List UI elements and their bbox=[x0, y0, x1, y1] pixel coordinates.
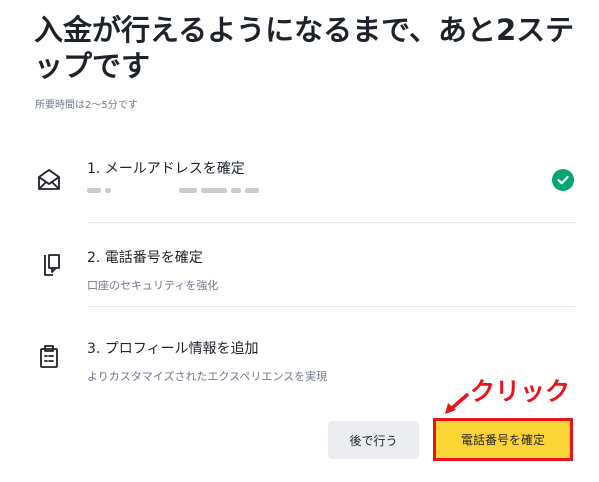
pointer-arrow-icon bbox=[445, 393, 469, 414]
step-phone: 2. 電話番号を確定 口座のセキュリティを強化 bbox=[35, 247, 580, 297]
confirm-phone-button[interactable]: 電話番号を確定 bbox=[433, 418, 573, 461]
step-phone-description: 口座のセキュリティを強化 bbox=[87, 279, 219, 292]
completed-check-icon bbox=[552, 169, 574, 191]
masked-email bbox=[87, 188, 287, 194]
envelope-icon bbox=[35, 166, 63, 194]
page-title: 入金が行えるようになるまで、あと2ステップです bbox=[34, 13, 575, 83]
page-subtitle: 所要時間は2〜5分です bbox=[35, 100, 138, 111]
divider bbox=[87, 306, 575, 307]
do-later-button[interactable]: 後で行う bbox=[328, 421, 419, 459]
click-annotation: クリック bbox=[470, 377, 571, 406]
step-email: 1. メールアドレスを確定 bbox=[35, 158, 580, 208]
step-profile-label: 3. プロフィール情報を追加 bbox=[87, 341, 259, 357]
step-profile-description: よりカスタマイズされたエクスペリエンスを実現 bbox=[87, 370, 328, 383]
clipboard-icon bbox=[35, 342, 63, 370]
step-phone-label: 2. 電話番号を確定 bbox=[87, 250, 203, 266]
step-email-label: 1. メールアドレスを確定 bbox=[87, 161, 245, 177]
phone-verify-icon bbox=[35, 251, 63, 279]
divider bbox=[87, 222, 575, 223]
